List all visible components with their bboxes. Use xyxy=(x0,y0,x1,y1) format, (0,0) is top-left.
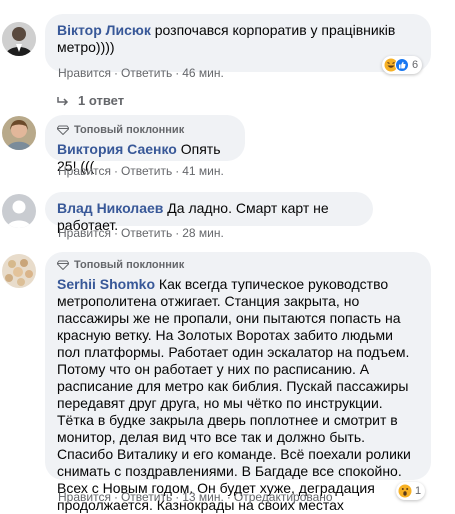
comment-time[interactable]: 28 мин. xyxy=(182,226,224,240)
reply-button[interactable]: Ответить xyxy=(121,490,172,504)
comment-bubble: Влад Николаев Да ладно. Смарт карт не ра… xyxy=(45,192,373,233)
edited-label[interactable]: Отредактировано xyxy=(234,490,333,504)
comment-author[interactable]: Віктор Лисюк xyxy=(57,22,151,38)
avatar[interactable] xyxy=(2,116,36,150)
reaction-summary[interactable]: 1 xyxy=(396,482,426,500)
comment-time[interactable]: 41 мин. xyxy=(182,164,224,178)
badge-label: Топовый поклонник xyxy=(74,124,185,136)
comment-author[interactable]: Влад Николаев xyxy=(57,200,163,216)
reply-arrow-icon xyxy=(57,95,69,107)
comment-author[interactable]: Serhii Shomko xyxy=(57,276,155,292)
replies-count[interactable]: 1 ответ xyxy=(78,93,124,108)
like-button[interactable]: Нравится xyxy=(58,164,111,178)
comment-time[interactable]: 46 мин. xyxy=(182,66,224,80)
comment-actions: Нравится · Ответить · 13 мин. · Отредактирован… xyxy=(58,490,333,504)
like-button[interactable]: Нравится xyxy=(58,66,111,80)
comment-text: Как всегда тупическое руководство метроп… xyxy=(57,276,411,513)
reaction-count: 6 xyxy=(412,59,419,71)
comment-actions: Нравится · Ответить · 28 мин. xyxy=(58,226,224,240)
diamond-icon xyxy=(56,125,70,136)
separator: · xyxy=(113,226,118,240)
diamond-icon xyxy=(56,260,70,271)
reply-button[interactable]: Ответить xyxy=(121,66,172,80)
like-button[interactable]: Нравится xyxy=(58,490,111,504)
separator: · xyxy=(175,490,180,504)
like-reaction-icon xyxy=(395,58,409,72)
like-button[interactable]: Нравится xyxy=(58,226,111,240)
separator: · xyxy=(113,164,118,178)
comment-actions: Нравится · Ответить · 41 мин. xyxy=(58,164,224,178)
comment-bubble: Топовый поклонник Serhii Shomko Как всег… xyxy=(45,252,431,513)
separator: · xyxy=(113,66,118,80)
separator: · xyxy=(175,66,180,80)
avatar[interactable] xyxy=(2,254,36,288)
comment-bubble: Віктор Лисюк розпочався корпоратив у пра… xyxy=(45,14,431,72)
separator: · xyxy=(175,164,180,178)
avatar[interactable] xyxy=(2,194,36,228)
reaction-summary[interactable]: 6 xyxy=(382,56,423,74)
wow-reaction-icon xyxy=(398,484,412,498)
comment-author[interactable]: Виктория Саенко xyxy=(57,141,177,157)
avatar[interactable] xyxy=(2,22,36,56)
comment-bubble: Топовый поклонник Виктория Саенко Опять … xyxy=(45,115,245,174)
top-fan-badge: Топовый поклонник xyxy=(56,123,233,137)
view-replies-link[interactable]: 1 ответ xyxy=(57,93,124,108)
separator: · xyxy=(175,226,180,240)
reply-button[interactable]: Ответить xyxy=(121,226,172,240)
top-fan-badge: Топовый поклонник xyxy=(56,258,419,272)
separator: · xyxy=(113,490,118,504)
badge-label: Топовый поклонник xyxy=(74,259,185,271)
separator: · xyxy=(226,490,231,504)
comment-time[interactable]: 13 мин. xyxy=(182,490,224,504)
comment-actions: Нравится · Ответить · 46 мин. xyxy=(58,66,224,80)
reaction-count: 1 xyxy=(415,485,422,497)
reply-button[interactable]: Ответить xyxy=(121,164,172,178)
